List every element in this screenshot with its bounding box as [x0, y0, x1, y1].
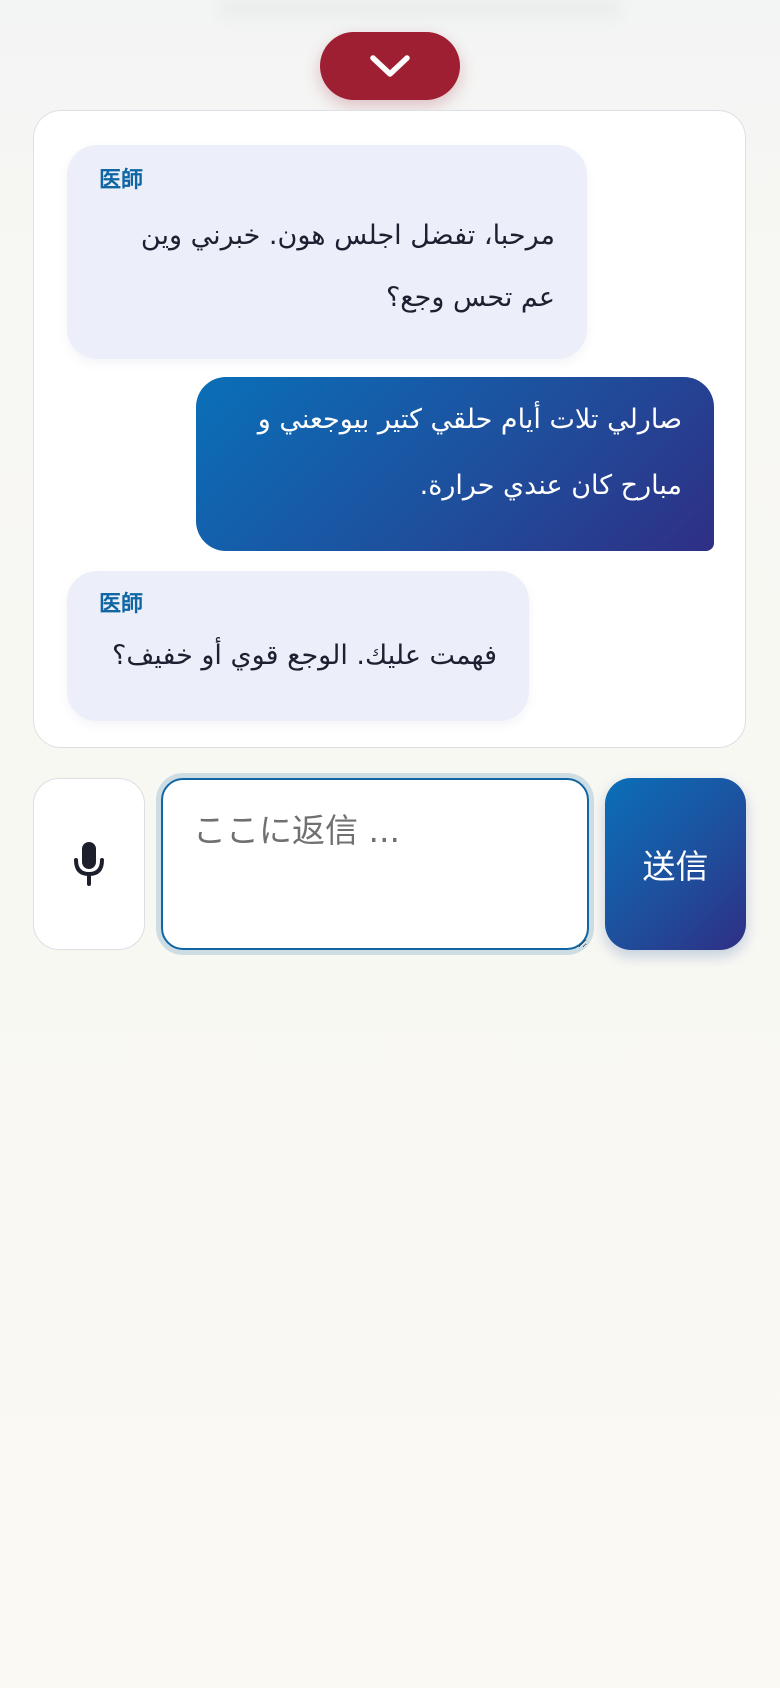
message-text: فهمت عليك. الوجع قوي أو خفيف؟ — [112, 640, 497, 671]
top-shade — [220, 0, 620, 18]
collapse-button[interactable] — [320, 32, 460, 100]
patient-message-bubble: صارلي تلات أيام حلقي كتير بيوجعني و مبار… — [196, 377, 714, 551]
speaker-label: 医師 — [99, 168, 144, 193]
speaker-label: 医師 — [99, 592, 144, 617]
send-button[interactable]: 送信 — [605, 778, 746, 950]
microphone-icon — [74, 842, 104, 886]
doctor-message-bubble: 医師 مرحبا، تفضل اجلس هون. خبرني وين عم تح… — [67, 145, 587, 359]
chat-panel: 医師 مرحبا، تفضل اجلس هون. خبرني وين عم تح… — [33, 110, 746, 748]
reply-composer: 送信 — [33, 778, 746, 950]
message-text: مرحبا، تفضل اجلس هون. خبرني وين عم تحس و… — [140, 220, 555, 313]
message-text: صارلي تلات أيام حلقي كتير بيوجعني و مبار… — [257, 404, 682, 501]
chevron-down-icon — [370, 55, 410, 77]
doctor-message-bubble: 医師 فهمت عليك. الوجع قوي أو خفيف؟ — [67, 571, 529, 721]
microphone-button[interactable] — [33, 778, 145, 950]
reply-input[interactable] — [161, 778, 589, 950]
